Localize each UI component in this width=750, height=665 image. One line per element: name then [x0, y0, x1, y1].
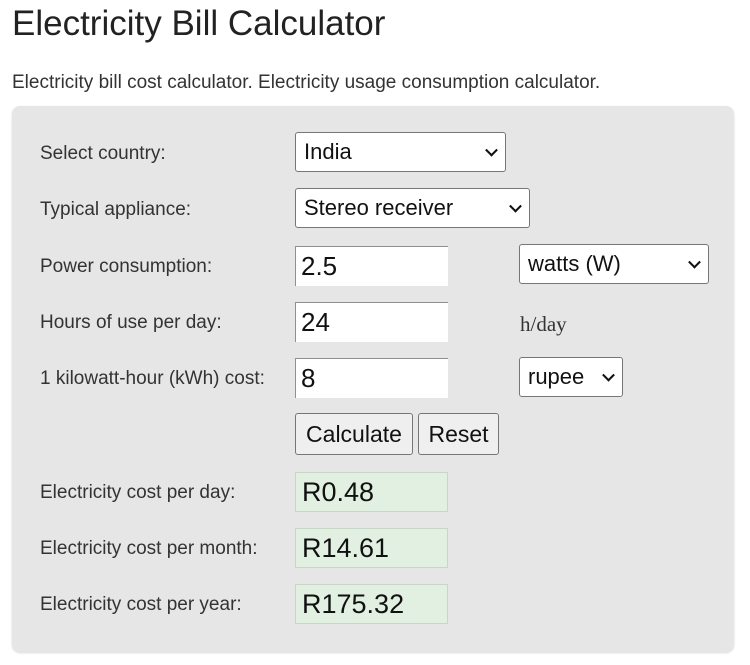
- power-unit-select[interactable]: watts (W): [519, 244, 709, 284]
- cost-per-month-label: Electricity cost per month:: [40, 538, 258, 559]
- calculate-button[interactable]: Calculate: [295, 413, 413, 455]
- country-label: Select country:: [40, 143, 166, 164]
- page-subtitle: Electricity bill cost calculator. Electr…: [12, 72, 601, 93]
- chevron-down-icon: [509, 199, 522, 213]
- hours-unit: h/day: [520, 312, 567, 336]
- appliance-select[interactable]: Stereo receiver: [295, 188, 530, 228]
- power-input[interactable]: 2.5: [295, 246, 448, 286]
- chevron-down-icon: [485, 143, 498, 157]
- kwh-cost-label: 1 kilowatt-hour (kWh) cost:: [40, 368, 265, 389]
- kwh-cost-input[interactable]: 8: [295, 358, 448, 398]
- power-unit-value: watts (W): [528, 251, 621, 276]
- currency-select[interactable]: rupee: [519, 357, 623, 397]
- cost-per-month-output: R14.61: [295, 528, 448, 568]
- country-value: India: [304, 139, 352, 164]
- appliance-value: Stereo receiver: [304, 195, 454, 220]
- chevron-down-icon: [688, 255, 701, 269]
- cost-per-year-label: Electricity cost per year:: [40, 594, 242, 615]
- cost-per-year-output: R175.32: [295, 584, 448, 624]
- chevron-down-icon: [602, 368, 615, 382]
- currency-value: rupee: [528, 364, 585, 389]
- cost-per-day-label: Electricity cost per day:: [40, 482, 236, 503]
- reset-button[interactable]: Reset: [418, 413, 499, 455]
- hours-input[interactable]: 24: [295, 302, 448, 342]
- country-select[interactable]: India: [295, 132, 506, 172]
- cost-per-day-output: R0.48: [295, 472, 448, 512]
- hours-label: Hours of use per day:: [40, 312, 222, 333]
- page-title: Electricity Bill Calculator: [12, 4, 386, 43]
- appliance-label: Typical appliance:: [40, 199, 192, 220]
- power-label: Power consumption:: [40, 256, 213, 277]
